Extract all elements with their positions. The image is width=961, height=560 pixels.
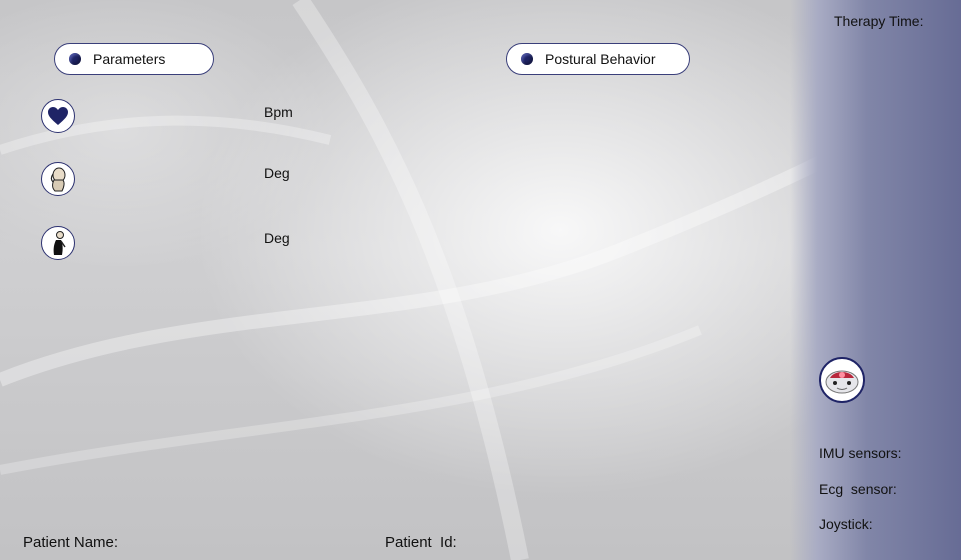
heart-icon xyxy=(41,99,75,133)
right-sidebar xyxy=(790,0,961,560)
tab-postural-behavior-label: Postural Behavior xyxy=(545,51,656,67)
head-tilt-icon xyxy=(41,162,75,196)
ecg-sensor-label: Ecg sensor: xyxy=(819,481,897,497)
tab-indicator-icon xyxy=(521,53,533,65)
head-angle-unit: Deg xyxy=(264,165,290,181)
joystick-label: Joystick: xyxy=(819,516,873,532)
patient-name-label: Patient Name: xyxy=(23,534,119,551)
tab-postural-behavior[interactable]: Postural Behavior xyxy=(506,43,690,75)
imu-sensors-label: IMU sensors: xyxy=(819,445,902,461)
tab-indicator-icon xyxy=(69,53,81,65)
heart-rate-unit: Bpm xyxy=(264,104,293,120)
trunk-angle-unit: Deg xyxy=(264,230,290,246)
robot-icon[interactable] xyxy=(819,357,865,403)
tab-parameters-label: Parameters xyxy=(93,51,166,67)
trunk-posture-icon xyxy=(41,226,75,260)
therapy-time-label: Therapy Time: xyxy=(834,13,924,29)
tab-parameters[interactable]: Parameters xyxy=(54,43,214,75)
patient-id-label: Patient Id: xyxy=(385,534,457,551)
